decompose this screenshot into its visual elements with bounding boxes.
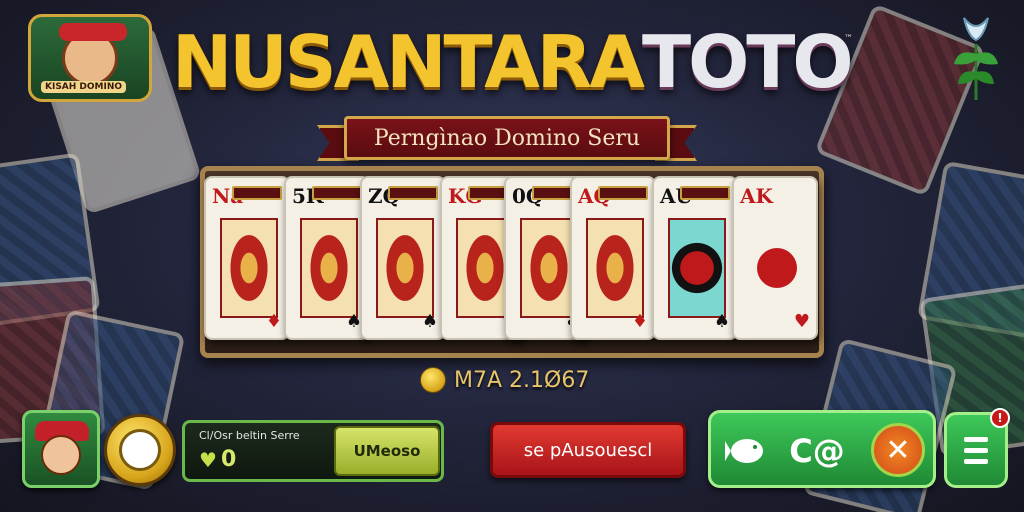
card-art-icon	[220, 218, 278, 318]
playing-card[interactable]: Na ♦	[204, 176, 290, 340]
mascot-badge-icon: KISAH DOMINO	[28, 14, 152, 102]
logo-header: KISAH DOMINO NUSANTARA TOTO ™	[0, 0, 1024, 110]
card-art-icon	[376, 218, 434, 318]
playing-card[interactable]: 5K ♠	[284, 176, 370, 340]
chat-button[interactable]: C@	[789, 427, 844, 475]
play-button[interactable]: se pAusouescl	[490, 422, 686, 478]
score-text: M7A 2.1Ø67	[454, 367, 590, 393]
notification-badge: !	[990, 408, 1010, 428]
card-art-icon	[748, 218, 806, 318]
info-value-row: ♥ 0	[199, 447, 236, 472]
playing-card[interactable]: AU ♠	[652, 176, 738, 340]
mascot-tag: KISAH DOMINO	[41, 81, 127, 93]
pet-button[interactable]	[723, 427, 771, 475]
plant-icon	[954, 17, 998, 100]
score-display: M7A 2.1Ø67	[420, 366, 620, 394]
playing-card[interactable]: ZQ ♠	[360, 176, 446, 340]
coin-badge-button[interactable]	[104, 414, 176, 486]
info-value: 0	[220, 447, 237, 472]
card-header-bar	[232, 186, 282, 200]
hamburger-line-icon	[964, 436, 988, 442]
card-header-bar	[388, 186, 438, 200]
avatar-face-icon	[41, 435, 81, 475]
hamburger-line-icon	[964, 458, 988, 464]
mascot-face-icon	[59, 23, 127, 86]
card-suit-icon: ♦	[265, 311, 282, 332]
info-label: Cl/Osr beltin Serre	[199, 429, 300, 442]
playing-card[interactable]: AK ♥	[732, 176, 818, 340]
playing-card[interactable]: AQ ♦	[570, 176, 656, 340]
card-rank: AK	[740, 184, 773, 208]
mascot-coin-icon	[119, 429, 161, 471]
card-header-bar	[598, 186, 648, 200]
card-header-bar	[312, 186, 362, 200]
card-art-icon	[300, 218, 358, 318]
card-header-bar	[680, 186, 730, 200]
logo-title-main: NUSANTARA	[172, 20, 645, 104]
card-art-icon	[586, 218, 644, 318]
logo-title-suffix: TOTO	[641, 20, 854, 104]
subtitle-banner: Perngìnao Domino Seru	[344, 116, 670, 160]
card-suit-icon: ♦	[631, 311, 648, 332]
heart-icon: ♥	[199, 447, 217, 472]
subtitle-text: Perngìnao Domino Seru	[373, 125, 641, 151]
card-suit-icon: ♠	[421, 311, 438, 332]
tools-panel: C@ ✕	[708, 410, 936, 488]
card-suit-icon: ♥	[793, 311, 810, 332]
menu-button[interactable]: UMeoso	[334, 426, 440, 476]
card-art-icon	[668, 218, 726, 318]
trademark-symbol: ™	[844, 34, 853, 44]
card-suit-icon: ♠	[713, 311, 730, 332]
smiley-coin-icon	[420, 367, 446, 393]
hamburger-line-icon	[964, 447, 988, 453]
player-avatar[interactable]	[22, 410, 100, 488]
tools-button[interactable]: ✕	[871, 423, 925, 477]
pet-icon	[725, 439, 763, 463]
game-logo-title: NUSANTARA TOTO	[172, 20, 854, 104]
crossed-tools-icon: ✕	[885, 432, 911, 468]
